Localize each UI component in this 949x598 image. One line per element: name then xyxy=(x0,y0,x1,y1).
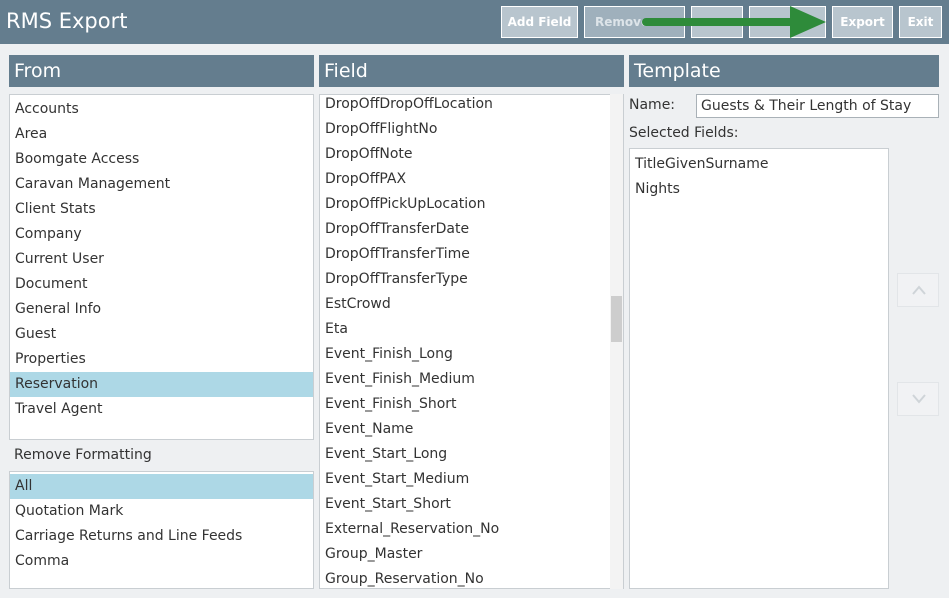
list-item[interactable]: Event_Name xyxy=(320,417,623,442)
list-item[interactable]: Eta xyxy=(320,317,623,342)
from-list: Accounts Area Boomgate Access Caravan Ma… xyxy=(9,94,314,440)
list-item[interactable]: Company xyxy=(10,222,313,247)
list-item[interactable]: Carriage Returns and Line Feeds xyxy=(10,524,313,549)
list-item[interactable]: DropOffPAX xyxy=(320,167,623,192)
remove-formatting-label: Remove Formatting xyxy=(14,447,152,463)
field-header: Field xyxy=(319,55,624,87)
list-item[interactable]: Area xyxy=(10,122,313,147)
list-item[interactable]: Properties xyxy=(10,347,313,372)
list-item[interactable]: Event_Finish_Medium xyxy=(320,367,623,392)
list-item[interactable]: DropOffTransferType xyxy=(320,267,623,292)
list-item[interactable]: Group_Reservation_No xyxy=(320,567,623,588)
template-name-input[interactable]: Guests & Their Length of Stay xyxy=(696,94,939,118)
toolbar-button-3[interactable] xyxy=(691,6,743,38)
list-item[interactable]: Group_Master xyxy=(320,542,623,567)
list-item[interactable]: DropOffTransferTime xyxy=(320,242,623,267)
list-item[interactable]: Nights xyxy=(630,177,888,202)
app-title: RMS Export xyxy=(6,9,128,33)
exit-button[interactable]: Exit xyxy=(899,6,942,38)
remove-formatting-list: All Quotation Mark Carriage Returns and … xyxy=(9,471,314,589)
list-item[interactable]: Current User xyxy=(10,247,313,272)
list-item[interactable]: Guest xyxy=(10,322,313,347)
list-item[interactable]: Document xyxy=(10,272,313,297)
field-list-scrollbar[interactable] xyxy=(610,94,623,589)
add-field-button[interactable]: Add Field xyxy=(501,6,578,38)
list-item[interactable]: Caravan Management xyxy=(10,172,313,197)
list-item[interactable]: Event_Start_Medium xyxy=(320,467,623,492)
list-item[interactable]: External_Reservation_No xyxy=(320,517,623,542)
move-up-button[interactable] xyxy=(897,273,939,307)
remove-button[interactable]: Remove xyxy=(584,6,685,38)
list-item[interactable]: Travel Agent xyxy=(10,397,313,422)
list-item[interactable]: Accounts xyxy=(10,97,313,122)
from-header: From xyxy=(9,55,314,87)
move-down-button[interactable] xyxy=(897,382,939,416)
list-item[interactable]: Event_Finish_Short xyxy=(320,392,623,417)
list-item[interactable]: DropOffFlightNo xyxy=(320,117,623,142)
list-item-selected[interactable]: Reservation xyxy=(10,372,313,397)
list-item[interactable]: Event_Start_Short xyxy=(320,492,623,517)
selected-fields-list: TitleGivenSurname Nights xyxy=(629,148,889,589)
list-item[interactable]: DropOffNote xyxy=(320,142,623,167)
list-item[interactable]: Boomgate Access xyxy=(10,147,313,172)
chevron-up-icon xyxy=(912,285,926,295)
name-label: Name: xyxy=(629,97,676,113)
list-item[interactable]: Event_Finish_Long xyxy=(320,342,623,367)
list-item[interactable]: TitleGivenSurname xyxy=(630,152,888,177)
export-button[interactable]: Export xyxy=(832,6,893,38)
template-header: Template xyxy=(629,55,939,87)
field-list: DropOffDropOffLocation DropOffFlightNo D… xyxy=(319,94,624,589)
list-item[interactable]: DropOffTransferDate xyxy=(320,217,623,242)
list-item[interactable]: DropOffPickUpLocation xyxy=(320,192,623,217)
list-item-selected[interactable]: All xyxy=(10,474,313,499)
toolbar-button-4[interactable] xyxy=(749,6,826,38)
list-item[interactable]: Quotation Mark xyxy=(10,499,313,524)
list-item[interactable]: General Info xyxy=(10,297,313,322)
list-item[interactable]: Comma xyxy=(10,549,313,574)
selected-fields-label: Selected Fields: xyxy=(629,125,739,141)
list-item[interactable]: DropOffDropOffLocation xyxy=(320,95,623,117)
scrollbar-thumb[interactable] xyxy=(611,296,622,342)
list-item[interactable]: EstCrowd xyxy=(320,292,623,317)
list-item[interactable]: Event_Start_Long xyxy=(320,442,623,467)
list-item[interactable]: Client Stats xyxy=(10,197,313,222)
chevron-down-icon xyxy=(912,394,926,404)
